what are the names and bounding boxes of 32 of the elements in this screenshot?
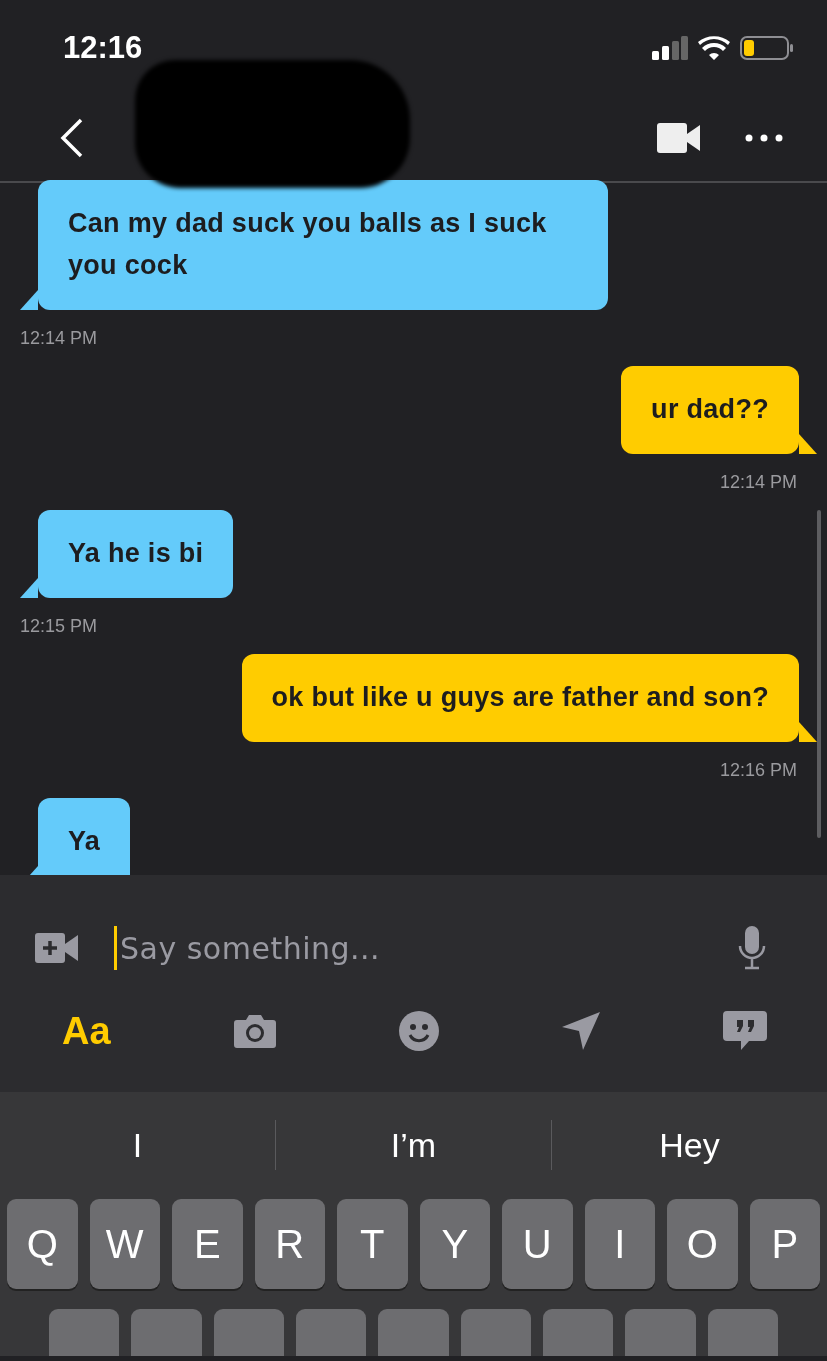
keyboard-key[interactable]: W [89, 1199, 160, 1289]
suggestion[interactable]: I’m [276, 1119, 551, 1170]
quote-icon[interactable] [722, 1011, 767, 1051]
keyboard-key[interactable]: Q [7, 1199, 78, 1289]
keyboard-key[interactable]: O [667, 1199, 738, 1289]
message-time: 12:14 PM [719, 471, 797, 494]
message-time: 12:14 PM [20, 327, 98, 350]
message-time: 12:15 PM [20, 615, 98, 638]
keyboard-key[interactable]: Y [419, 1199, 490, 1289]
battery-icon [740, 35, 794, 60]
microphone-icon[interactable] [737, 926, 767, 970]
smiley-icon[interactable] [398, 1011, 439, 1051]
keyboard-key[interactable]: R [254, 1199, 325, 1289]
add-video-icon[interactable] [35, 933, 78, 963]
video-camera-icon[interactable] [657, 123, 700, 153]
more-icon[interactable] [745, 134, 783, 142]
suggestion[interactable]: Hey [552, 1119, 827, 1170]
suggestion[interactable]: I [0, 1119, 275, 1170]
keyboard-key[interactable]: I [584, 1199, 655, 1289]
location-arrow-icon[interactable] [561, 1012, 600, 1050]
format-button[interactable]: Aa [62, 1009, 111, 1053]
keyboard-key[interactable]: E [172, 1199, 243, 1289]
keyboard-key[interactable]: T [337, 1199, 408, 1289]
status-time: 12:16 [63, 29, 144, 66]
camera-icon[interactable] [233, 1014, 276, 1048]
wifi-icon [698, 35, 730, 60]
message-input[interactable]: Say something... [114, 926, 737, 970]
back-icon[interactable] [60, 118, 84, 158]
message-time: 12:16 PM [719, 759, 797, 782]
keyboard-key[interactable]: P [749, 1199, 820, 1289]
signal-icon [652, 35, 688, 60]
keyboard-key[interactable]: U [502, 1199, 573, 1289]
